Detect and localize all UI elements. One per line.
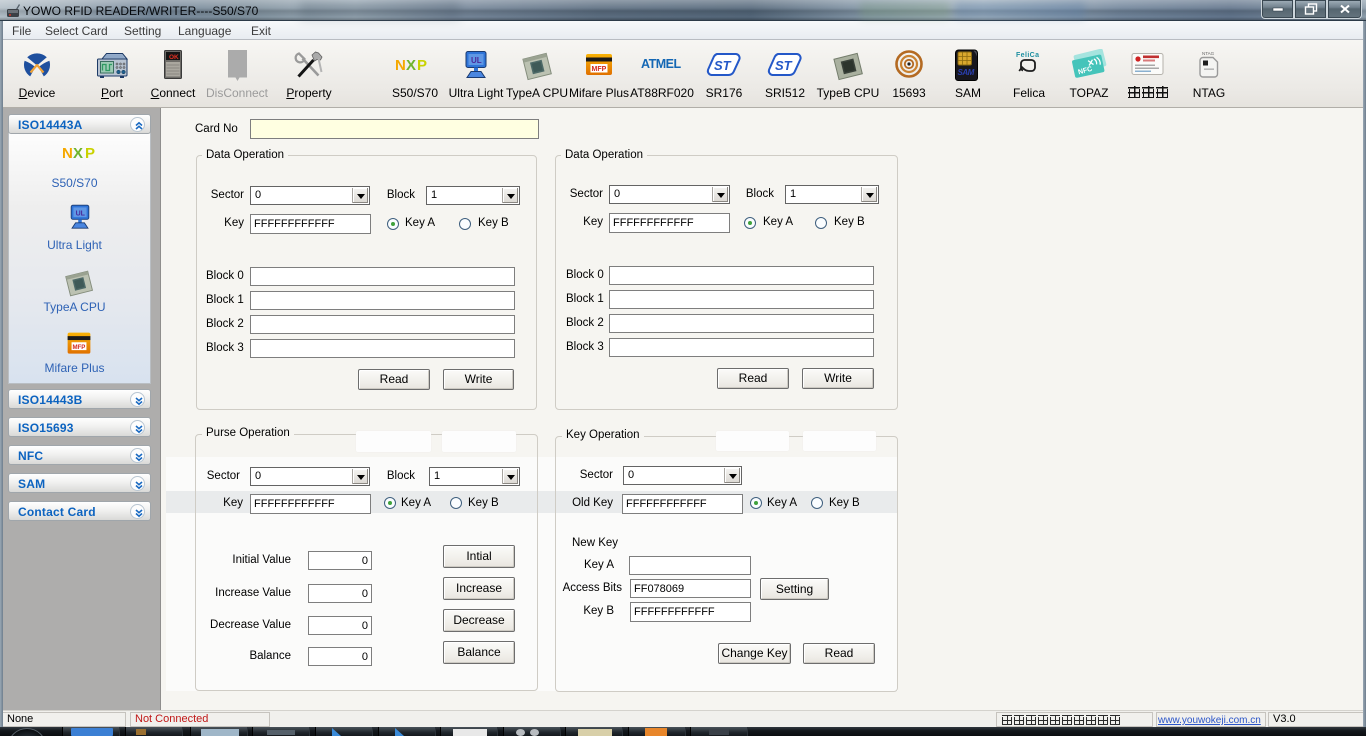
svg-text:MFP: MFP: [592, 66, 607, 73]
svg-text:N: N: [395, 57, 405, 74]
svg-text:X: X: [406, 57, 416, 74]
svg-text:SAM: SAM: [958, 68, 975, 77]
svg-text:ST: ST: [775, 58, 793, 73]
svg-text:UL: UL: [76, 210, 86, 217]
svg-text:N: N: [62, 145, 72, 162]
svg-text:ST: ST: [714, 58, 732, 73]
svg-text:OK: OK: [169, 54, 179, 61]
svg-text:FeliCa: FeliCa: [1016, 52, 1039, 59]
svg-text:X: X: [73, 145, 83, 162]
svg-text:ATMEL: ATMEL: [641, 57, 681, 71]
svg-text:NTAG: NTAG: [1202, 51, 1215, 56]
svg-text:UL: UL: [471, 56, 482, 65]
svg-text:MFP: MFP: [72, 344, 85, 351]
svg-text:P: P: [85, 145, 95, 162]
svg-text:P: P: [417, 57, 427, 74]
